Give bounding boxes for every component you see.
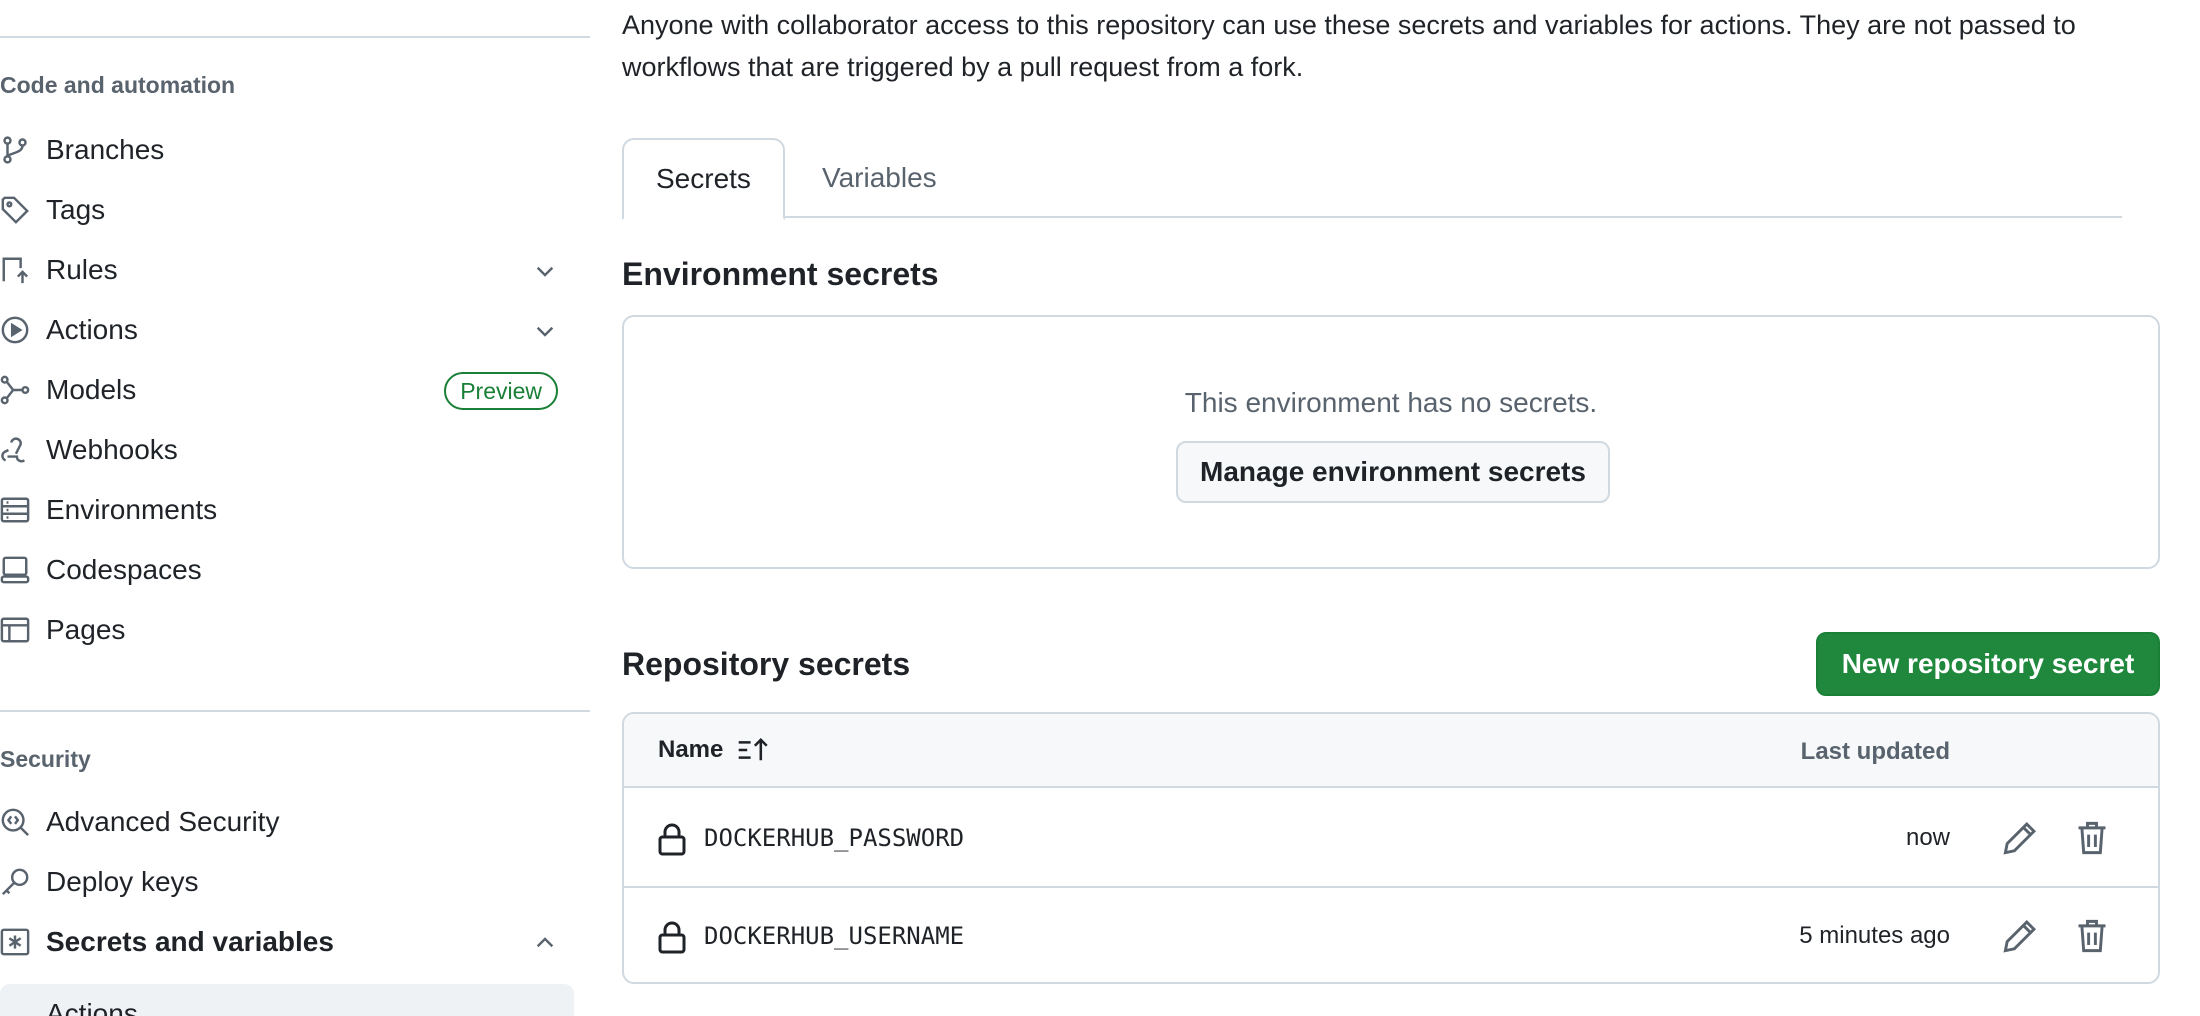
rules-icon xyxy=(0,255,30,285)
sidebar-item-label: Secrets and variables xyxy=(46,926,334,957)
environment-secrets-box: This environment has no secrets. Manage … xyxy=(622,315,2160,569)
secret-name: DOCKERHUB_USERNAME xyxy=(704,922,965,950)
table-row: DOCKERHUB_USERNAME 5 minutes ago xyxy=(624,888,2158,982)
models-icon xyxy=(0,375,30,405)
table-row: DOCKERHUB_PASSWORD now xyxy=(624,790,2158,888)
pencil-icon[interactable] xyxy=(2002,820,2038,856)
section-heading-code-automation: Code and automation xyxy=(0,72,236,98)
secret-updated: 5 minutes ago xyxy=(1799,922,1950,949)
tab-variables[interactable]: Variables xyxy=(790,138,969,218)
lock-icon xyxy=(658,823,686,856)
settings-sidebar: Code and automation Branches Tags Rules … xyxy=(0,0,590,1016)
section-heading-security: Security xyxy=(0,746,91,772)
tab-bar: Secrets Variables xyxy=(622,138,2122,220)
server-icon xyxy=(0,495,30,525)
key-icon xyxy=(0,867,30,897)
sidebar-subitem-label: Actions xyxy=(46,998,138,1016)
sidebar-item-label: Tags xyxy=(46,194,106,225)
table-header: Name Last updated xyxy=(624,714,2158,788)
preview-badge: Preview xyxy=(444,372,558,410)
sidebar-item-models[interactable]: Models Preview xyxy=(0,360,574,420)
play-icon xyxy=(0,315,30,345)
sidebar-item-label: Pages xyxy=(46,614,126,645)
sidebar-item-label: Deploy keys xyxy=(46,866,199,897)
sidebar-item-label: Rules xyxy=(46,254,118,285)
tag-icon xyxy=(0,195,30,225)
sidebar-divider xyxy=(0,710,590,712)
sidebar-item-label: Webhooks xyxy=(46,434,178,465)
chevron-up-icon[interactable] xyxy=(532,930,558,956)
sidebar-item-codespaces[interactable]: Codespaces xyxy=(0,540,574,600)
sidebar-item-label: Branches xyxy=(46,134,165,165)
sidebar-item-advanced-security[interactable]: Advanced Security xyxy=(0,792,574,852)
sidebar-item-rules[interactable]: Rules xyxy=(0,240,574,300)
sidebar-item-webhooks[interactable]: Webhooks xyxy=(0,420,574,480)
pencil-icon[interactable] xyxy=(2002,918,2038,954)
webhook-icon xyxy=(0,435,30,465)
environment-secrets-heading: Environment secrets xyxy=(622,256,939,292)
lock-icon xyxy=(658,921,686,954)
browser-icon xyxy=(0,615,30,645)
chevron-down-icon[interactable] xyxy=(532,318,558,344)
sidebar-item-branches[interactable]: Branches xyxy=(0,120,574,180)
sidebar-item-actions[interactable]: Actions xyxy=(0,300,574,360)
secrets-table: Name Last updated DOCKERHUB_PASSWORD now… xyxy=(622,712,2160,984)
empty-state-text: This environment has no secrets. xyxy=(1184,387,1598,418)
sidebar-item-tags[interactable]: Tags xyxy=(0,180,574,240)
secret-updated: now xyxy=(1905,824,1950,851)
manage-environment-secrets-button[interactable]: Manage environment secrets xyxy=(1176,441,1610,503)
codescan-icon xyxy=(0,807,30,837)
sidebar-item-environments[interactable]: Environments xyxy=(0,480,574,540)
sidebar-item-secrets-and-variables[interactable]: Secrets and variables xyxy=(0,912,574,972)
sidebar-item-pages[interactable]: Pages xyxy=(0,600,574,660)
sort-ascending-icon[interactable] xyxy=(737,736,771,764)
chevron-down-icon[interactable] xyxy=(532,258,558,284)
tab-secrets[interactable]: Secrets xyxy=(622,138,785,220)
sidebar-item-label: Codespaces xyxy=(46,554,202,585)
last-updated-column-header: Last updated xyxy=(1800,738,1950,765)
page-description: Anyone with collaborator access to this … xyxy=(622,10,2076,82)
trash-icon[interactable] xyxy=(2076,820,2108,856)
sidebar-item-deploy-keys[interactable]: Deploy keys xyxy=(0,852,574,912)
sidebar-item-label: Environments xyxy=(46,494,218,525)
secret-name: DOCKERHUB_PASSWORD xyxy=(704,824,965,852)
trash-icon[interactable] xyxy=(2076,918,2108,954)
branch-icon xyxy=(0,135,30,165)
sidebar-item-label: Models xyxy=(46,374,137,405)
new-repository-secret-button[interactable]: New repository secret xyxy=(1816,632,2160,696)
sidebar-item-label: Advanced Security xyxy=(46,806,280,837)
name-column-header[interactable]: Name xyxy=(658,736,771,764)
column-label: Name xyxy=(658,736,724,763)
sidebar-subitem-actions[interactable]: Actions xyxy=(0,984,574,1016)
codespaces-icon xyxy=(0,555,30,585)
asterisk-icon xyxy=(0,927,30,957)
repository-secrets-heading: Repository secrets xyxy=(622,646,911,682)
sidebar-divider xyxy=(0,36,590,38)
sidebar-item-label: Actions xyxy=(46,314,138,345)
